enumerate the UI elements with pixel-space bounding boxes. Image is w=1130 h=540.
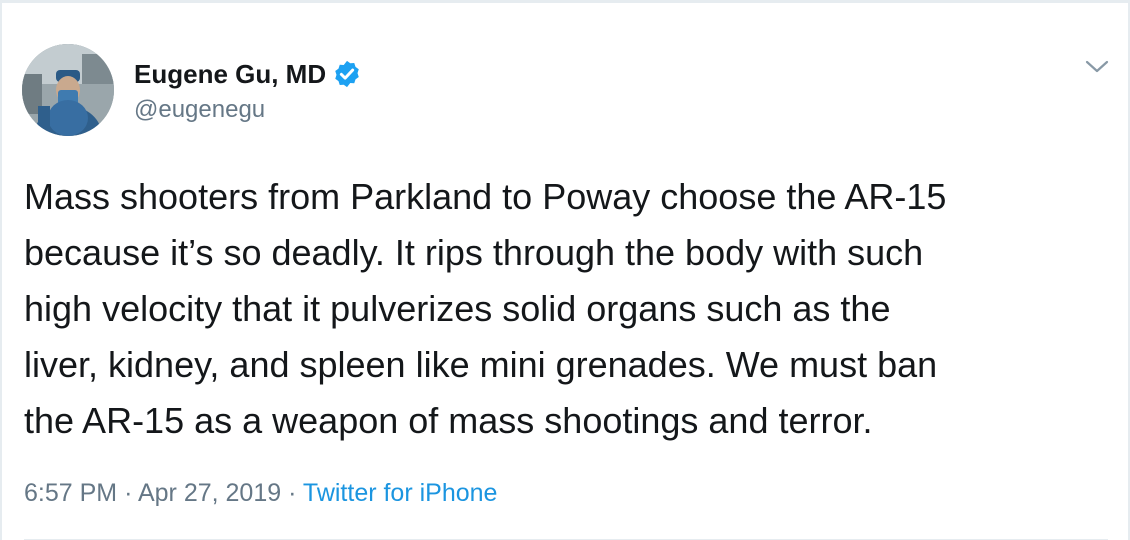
avatar[interactable] [22, 44, 114, 136]
avatar-image [22, 44, 114, 136]
verified-badge-icon [332, 59, 362, 89]
author-display-name[interactable]: Eugene Gu, MD [134, 58, 326, 90]
tweet-source-link[interactable]: Twitter for iPhone [303, 479, 498, 507]
tweet-text: Mass shooters from Parkland to Poway cho… [24, 176, 947, 441]
tweet-metadata: 6:57 PM · Apr 27, 2019 · Twitter for iPh… [24, 477, 497, 509]
meta-separator: · [288, 479, 297, 507]
tweet-card: Eugene Gu, MD @eugenegu Mass shooters fr… [0, 0, 1130, 540]
tweet-date[interactable]: Apr 27, 2019 [138, 479, 281, 507]
author-name-row: Eugene Gu, MD [134, 58, 362, 90]
author-handle[interactable]: @eugenegu [134, 95, 265, 125]
chevron-down-icon[interactable] [1083, 57, 1111, 77]
meta-separator: · [124, 479, 133, 507]
tweet-time[interactable]: 6:57 PM [24, 479, 117, 507]
